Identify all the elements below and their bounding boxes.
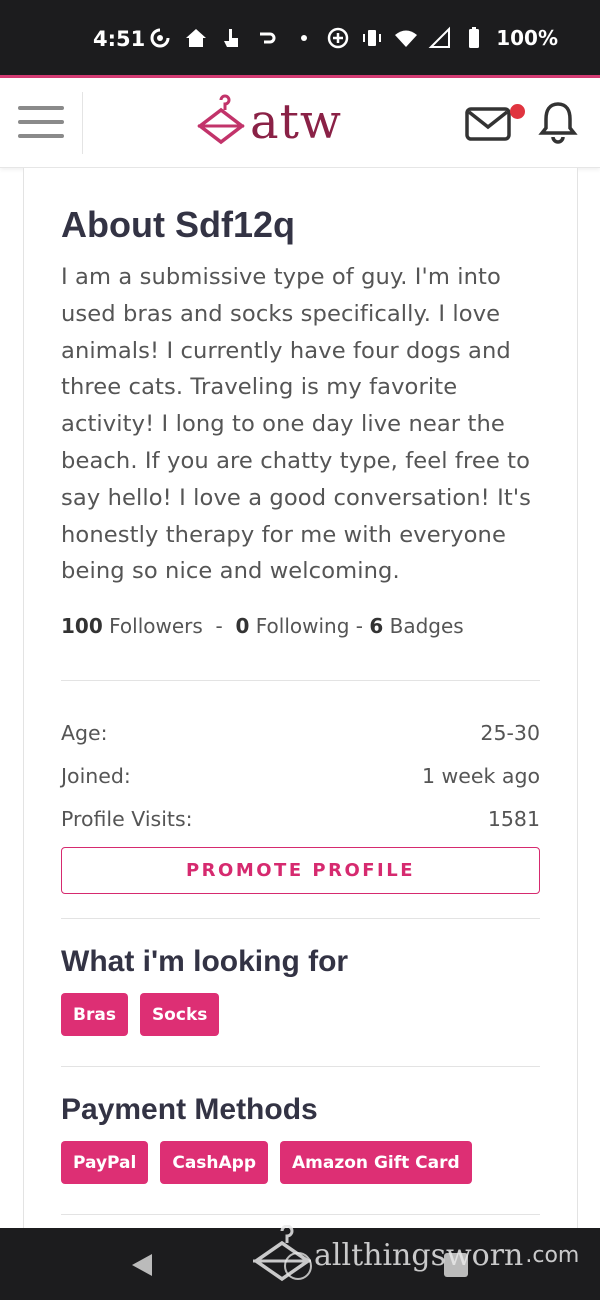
vibrate-icon — [363, 30, 382, 46]
app-header: atw — [0, 78, 600, 168]
bell-icon[interactable] — [538, 100, 578, 144]
tag-cashapp[interactable]: CashApp — [160, 1141, 269, 1184]
wifi-icon — [395, 30, 418, 47]
unread-dot — [510, 104, 525, 119]
notification-icons — [148, 26, 316, 50]
visits-value: 1581 — [487, 807, 540, 831]
site-logo[interactable]: atw — [196, 92, 342, 152]
looking-for-heading: What i'm looking for — [61, 945, 349, 978]
joined-label: Joined: — [61, 764, 131, 788]
looking-for-tags: Bras Socks — [61, 993, 220, 1036]
visits-label: Profile Visits: — [61, 807, 193, 831]
payment-tags: PayPal CashApp Amazon Gift Card — [61, 1141, 472, 1184]
watermark-text: allthingsworn — [314, 1237, 524, 1273]
tag-socks[interactable]: Socks — [139, 993, 220, 1036]
battery-percent: 100% — [496, 26, 558, 50]
battery-icon — [469, 27, 480, 48]
payment-methods-heading: Payment Methods — [61, 1093, 318, 1126]
sync-icon — [150, 28, 170, 48]
info-row-joined: Joined: 1 week ago — [61, 764, 540, 788]
following-link[interactable]: 0 Following — [235, 614, 349, 638]
dot-icon — [301, 35, 307, 41]
profile-stats: 100 Followers - 0 Following - 6 Badges — [61, 614, 464, 638]
divider — [61, 1214, 540, 1215]
signal-icon — [428, 26, 451, 48]
badges-link[interactable]: 6 Badges — [369, 614, 463, 638]
tag-paypal[interactable]: PayPal — [61, 1141, 149, 1184]
watermark-suffix: .com — [525, 1242, 580, 1268]
age-label: Age: — [61, 721, 108, 745]
profile-heading: About Sdf12q — [61, 204, 295, 245]
info-row-age: Age: 25-30 — [61, 721, 540, 745]
mail-icon[interactable] — [465, 106, 511, 142]
status-time: 4:51 — [93, 27, 146, 51]
menu-icon[interactable] — [18, 104, 64, 140]
divider — [61, 680, 540, 681]
divider — [61, 918, 540, 919]
home-icon — [186, 29, 206, 47]
system-icons: 100% — [326, 26, 558, 50]
info-row-visits: Profile Visits: 1581 — [61, 807, 540, 831]
redirect-icon — [260, 32, 276, 44]
joined-value: 1 week ago — [421, 764, 540, 788]
tag-bras[interactable]: Bras — [61, 993, 128, 1036]
data-saver-icon — [327, 27, 349, 49]
logo-text: atw — [250, 94, 342, 150]
promote-profile-button[interactable]: PROMOTE PROFILE — [61, 847, 540, 894]
back-icon[interactable] — [130, 1252, 154, 1278]
status-bar: 4:51 100% — [0, 0, 600, 75]
hanger-watermark-icon — [252, 1225, 312, 1282]
age-value: 25-30 — [480, 721, 540, 745]
hanger-logo-icon — [197, 94, 245, 145]
profile-bio: I am a submissive type of guy. I'm into … — [61, 264, 532, 585]
header-divider — [82, 92, 83, 154]
touch-icon — [224, 29, 238, 47]
watermark: allthingsworn .com — [250, 1225, 579, 1285]
divider — [61, 1066, 540, 1067]
followers-link[interactable]: 100 Followers — [61, 614, 203, 638]
tag-amazon-gift-card[interactable]: Amazon Gift Card — [280, 1141, 472, 1184]
